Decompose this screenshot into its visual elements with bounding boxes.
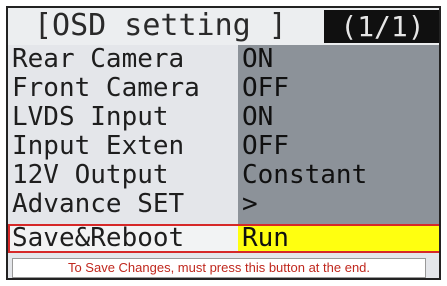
menu-item-label: Advance SET: [12, 189, 185, 219]
menu-item-rear-camera[interactable]: Rear Camera ON: [8, 45, 439, 74]
menu-item-value: >: [242, 189, 258, 219]
menu-item-label: Rear Camera: [12, 44, 185, 74]
photo-frame: [OSD setting ] (1/1) Rear Camera ON Fron…: [0, 0, 447, 286]
page-indicator: (1/1): [324, 10, 439, 43]
menu-item-lvds-input[interactable]: LVDS Input ON: [8, 103, 439, 132]
menu-item-value: OFF: [242, 73, 289, 103]
menu-item-input-exten[interactable]: Input Exten OFF: [8, 132, 439, 161]
menu-item-12v-output[interactable]: 12V Output Constant: [8, 161, 439, 190]
menu-item-advance-set[interactable]: Advance SET >: [8, 190, 439, 219]
menu-item-value: OFF: [242, 131, 289, 161]
menu-item-label: 12V Output: [12, 160, 169, 190]
menu-item-label: Input Exten: [12, 131, 185, 161]
menu-item-label: LVDS Input: [12, 102, 169, 132]
osd-screen: [OSD setting ] (1/1) Rear Camera ON Fron…: [6, 6, 441, 280]
menu-item-label: Front Camera: [12, 73, 200, 103]
menu-item-value: ON: [242, 102, 274, 132]
menu-item-value: Run: [242, 223, 289, 253]
menu-item-label: Save&Reboot: [12, 223, 185, 253]
menu-item-value: ON: [242, 44, 274, 74]
osd-header: [OSD setting ] (1/1): [8, 8, 439, 45]
save-instruction-note: To Save Changes, must press this button …: [12, 258, 426, 278]
menu-item-front-camera[interactable]: Front Camera OFF: [8, 74, 439, 103]
osd-title: [OSD setting ]: [34, 8, 287, 43]
menu-item-value: Constant: [242, 160, 368, 190]
menu-item-save-reboot[interactable]: Save&Reboot Run: [8, 224, 439, 253]
